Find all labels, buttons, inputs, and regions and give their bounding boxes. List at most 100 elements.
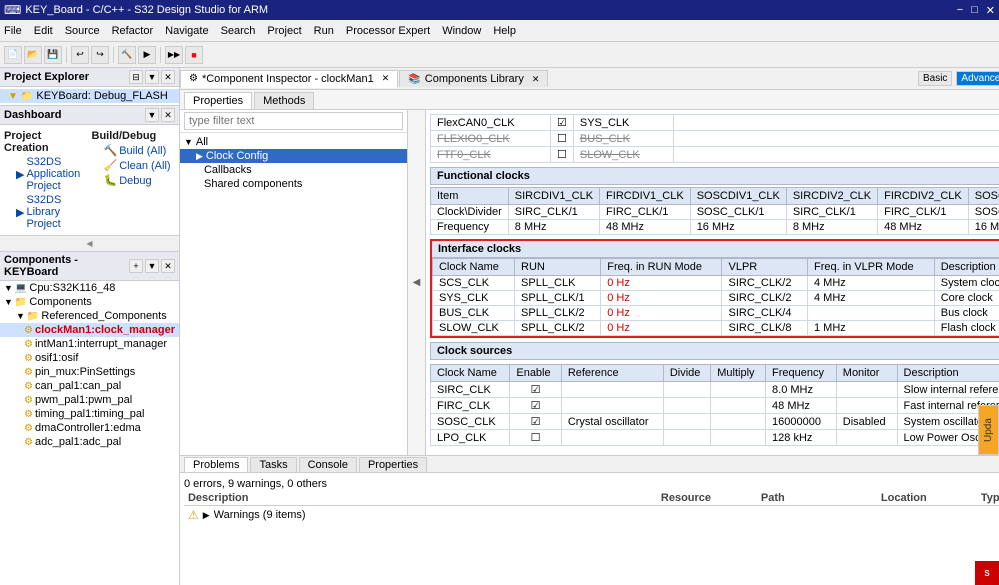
- tb-new[interactable]: 📄: [4, 46, 22, 64]
- warning-icon: ⚠: [188, 508, 199, 522]
- tab-properties[interactable]: Properties: [184, 92, 252, 109]
- menu-processor-expert[interactable]: Processor Expert: [346, 25, 430, 37]
- comp-pinmux-item[interactable]: ⚙ pin_mux:PinSettings: [0, 365, 179, 379]
- problems-tabs-bar: Problems Tasks Console Properties ▼ ✕: [180, 456, 999, 473]
- s32ds-lib-project-link[interactable]: ▶ S32DS Library Project: [4, 193, 88, 231]
- advanced-view-btn[interactable]: Advanced: [956, 71, 999, 86]
- comp-timing-item[interactable]: ⚙ timing_pal1:timing_pal: [0, 407, 179, 421]
- src-header-frequency: Frequency: [766, 365, 837, 382]
- menu-search[interactable]: Search: [221, 25, 256, 37]
- tab-methods[interactable]: Methods: [254, 92, 314, 109]
- timing-icon: ⚙: [24, 409, 33, 420]
- tab-properties[interactable]: Properties: [359, 457, 427, 472]
- comp-folder-icon: 📁: [15, 297, 27, 308]
- tb-open[interactable]: 📂: [24, 46, 42, 64]
- update-button[interactable]: Upda: [978, 405, 999, 455]
- src-row-sirc: SIRC_CLK ☑ 8.0 MHz Slow internal referen…: [430, 382, 999, 398]
- pe-collapse-btn[interactable]: ⊟: [129, 70, 143, 84]
- tb-redo[interactable]: ↪: [91, 46, 109, 64]
- adc-icon: ⚙: [24, 437, 33, 448]
- comp-osif-item[interactable]: ⚙ osif1:osif: [0, 351, 179, 365]
- tb-save[interactable]: 💾: [44, 46, 62, 64]
- tree-clock-config-item[interactable]: ▶ Clock Config: [180, 149, 407, 163]
- comp-referenced-item[interactable]: ▼ 📁 Referenced_Components: [0, 309, 179, 323]
- comp-clockman-item[interactable]: ⚙ clockMan1:clock_manager: [0, 323, 179, 337]
- filter-input[interactable]: [184, 112, 403, 130]
- tab-console[interactable]: Console: [299, 457, 357, 472]
- pe-menu-btn[interactable]: ▼: [145, 70, 159, 84]
- comp-menu-btn[interactable]: ▼: [145, 259, 159, 273]
- debug-link[interactable]: 🐛 Debug: [92, 173, 176, 188]
- comp-add-btn[interactable]: +: [129, 259, 143, 273]
- clockman-icon: ⚙: [24, 325, 33, 336]
- project-item-keyboard[interactable]: ▼ 📁 KEYBoard: Debug_FLASH: [0, 89, 179, 103]
- panel-nav-arrow[interactable]: ◀: [408, 110, 426, 455]
- inspector-close-icon[interactable]: ✕: [382, 73, 390, 84]
- functional-clocks-header: Functional clocks: [430, 167, 999, 185]
- comp-can-item[interactable]: ⚙ can_pal1:can_pal: [0, 379, 179, 393]
- intman-icon: ⚙: [24, 339, 33, 350]
- project-explorer-title: Project Explorer: [4, 71, 89, 83]
- menu-edit[interactable]: Edit: [34, 25, 53, 37]
- tb-stop[interactable]: ■: [185, 46, 203, 64]
- can-label: can_pal1:can_pal: [35, 380, 121, 392]
- s32-logo: S: [975, 561, 999, 585]
- tb-undo[interactable]: ↩: [71, 46, 89, 64]
- dash-menu-btn[interactable]: ▼: [145, 108, 159, 122]
- prob-header-path: Path: [761, 492, 881, 504]
- intman-label: intMan1:interrupt_manager: [35, 338, 167, 350]
- menu-help[interactable]: Help: [493, 25, 516, 37]
- src-header-divide: Divide: [663, 365, 710, 382]
- dash-close-btn[interactable]: ✕: [161, 108, 175, 122]
- s32ds-app-project-link[interactable]: ▶ S32DS Application Project: [4, 155, 88, 193]
- clean-all-link[interactable]: 🧹 Clean (All): [92, 158, 176, 173]
- tb-build[interactable]: 🔨: [118, 46, 136, 64]
- pe-close-btn[interactable]: ✕: [161, 70, 175, 84]
- problems-table-header: Description Resource Path Location Type: [184, 491, 999, 506]
- tree-all-item[interactable]: ▼ All: [180, 135, 407, 149]
- basic-view-btn[interactable]: Basic: [918, 71, 952, 86]
- project-name: KEYBoard: Debug_FLASH: [36, 90, 167, 102]
- tb-debug[interactable]: ▶: [138, 46, 156, 64]
- menu-navigate[interactable]: Navigate: [165, 25, 208, 37]
- tree-callbacks-item[interactable]: Callbacks: [180, 163, 407, 177]
- menu-window[interactable]: Window: [442, 25, 481, 37]
- menu-file[interactable]: File: [4, 25, 22, 37]
- top-tabs-bar: ⚙ *Component Inspector - clockMan1 ✕ 📚 C…: [180, 68, 999, 90]
- project-icon2: 📁: [21, 91, 33, 102]
- close-btn[interactable]: ✕: [986, 4, 995, 17]
- tab-tasks[interactable]: Tasks: [250, 457, 296, 472]
- src-header-enable: Enable: [510, 365, 561, 382]
- minimize-btn[interactable]: −: [957, 4, 963, 17]
- build-all-link[interactable]: 🔨 Build (All): [92, 143, 176, 158]
- shared-label: Shared components: [204, 178, 302, 190]
- view-toggle: Basic Advanced − □ ✕: [918, 71, 999, 86]
- comp-components-item[interactable]: ▼ 📁 Components: [0, 295, 179, 309]
- tab-problems[interactable]: Problems: [184, 457, 248, 472]
- comp-cpu-item[interactable]: ▼ 💻 Cpu:S32K116_48: [0, 281, 179, 295]
- dashboard-panel: Dashboard ▼ ✕ Project Creation ▶ S32DS A…: [0, 106, 179, 236]
- library-close-icon[interactable]: ✕: [532, 74, 540, 85]
- menu-refactor[interactable]: Refactor: [112, 25, 154, 37]
- pinmux-icon: ⚙: [24, 367, 33, 378]
- menu-project[interactable]: Project: [267, 25, 301, 37]
- comp-intman-item[interactable]: ⚙ intMan1:interrupt_manager: [0, 337, 179, 351]
- comp-pwm-item[interactable]: ⚙ pwm_pal1:pwm_pal: [0, 393, 179, 407]
- s32ds-app-label: S32DS Application Project: [26, 156, 87, 192]
- tree-shared-item[interactable]: Shared components: [180, 177, 407, 191]
- components-tree: ▼ 💻 Cpu:S32K116_48 ▼ 📁 Components ▼ 📁 Re…: [0, 281, 179, 585]
- clock-config-label: Clock Config: [206, 150, 268, 162]
- comp-close-btn[interactable]: ✕: [161, 259, 175, 273]
- menu-source[interactable]: Source: [65, 25, 100, 37]
- tab-component-inspector[interactable]: ⚙ *Component Inspector - clockMan1 ✕: [180, 70, 398, 88]
- comp-dma-item[interactable]: ⚙ dmaController1:edma: [0, 421, 179, 435]
- pwm-icon: ⚙: [24, 395, 33, 406]
- warnings-row[interactable]: ⚠ ▶ Warnings (9 items): [184, 506, 999, 524]
- comp-adc-item[interactable]: ⚙ adc_pal1:adc_pal: [0, 435, 179, 449]
- tab-components-library[interactable]: 📚 Components Library ✕: [399, 70, 548, 87]
- maximize-btn[interactable]: □: [971, 4, 978, 17]
- menu-run[interactable]: Run: [314, 25, 334, 37]
- src-row-firc: FIRC_CLK ☑ 48 MHz Fast internal referenc…: [430, 398, 999, 414]
- tb-run[interactable]: ▶▶: [165, 46, 183, 64]
- panel-resize-handle[interactable]: ◀: [0, 236, 179, 252]
